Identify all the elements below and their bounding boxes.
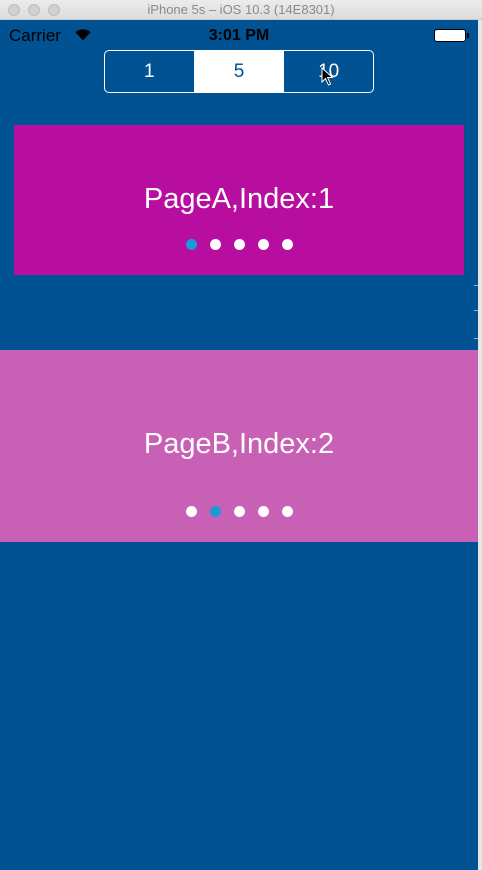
page-dot-3[interactable] <box>233 506 245 517</box>
page-b-title: PageB,Index:2 <box>143 428 335 460</box>
window-title: iPhone 5s – iOS 10.3 (14E8301) <box>147 2 335 17</box>
page-b-page-control[interactable] <box>0 506 478 517</box>
page-dot-1[interactable] <box>185 506 197 517</box>
page-dot-1[interactable] <box>185 239 197 250</box>
phone-screen: Carrier 3:01 PM 1 5 10 PageA,Index:1 Pag… <box>0 20 478 870</box>
page-dot-4[interactable] <box>257 506 269 517</box>
page-dot-3[interactable] <box>233 239 245 250</box>
battery-icon <box>434 29 469 42</box>
page-dot-2[interactable] <box>209 506 221 517</box>
status-bar: Carrier 3:01 PM <box>0 20 478 50</box>
page-a-title: PageA,Index:1 <box>143 183 335 215</box>
status-time: 3:01 PM <box>208 27 270 44</box>
mouse-cursor-icon <box>321 67 334 86</box>
page-a-card[interactable]: PageA,Index:1 <box>14 125 464 275</box>
page-dot-4[interactable] <box>257 239 269 250</box>
segment-5[interactable]: 5 <box>194 51 285 92</box>
segment-1[interactable]: 1 <box>105 51 195 92</box>
page-a-page-control[interactable] <box>14 239 464 250</box>
page-dot-5[interactable] <box>281 506 293 517</box>
window-right-edge <box>478 20 482 870</box>
page-dot-2[interactable] <box>209 239 221 250</box>
simulator-titlebar: iPhone 5s – iOS 10.3 (14E8301) <box>0 0 482 20</box>
page-b-card[interactable]: PageB,Index:2 <box>0 350 478 542</box>
page-dot-5[interactable] <box>281 239 293 250</box>
